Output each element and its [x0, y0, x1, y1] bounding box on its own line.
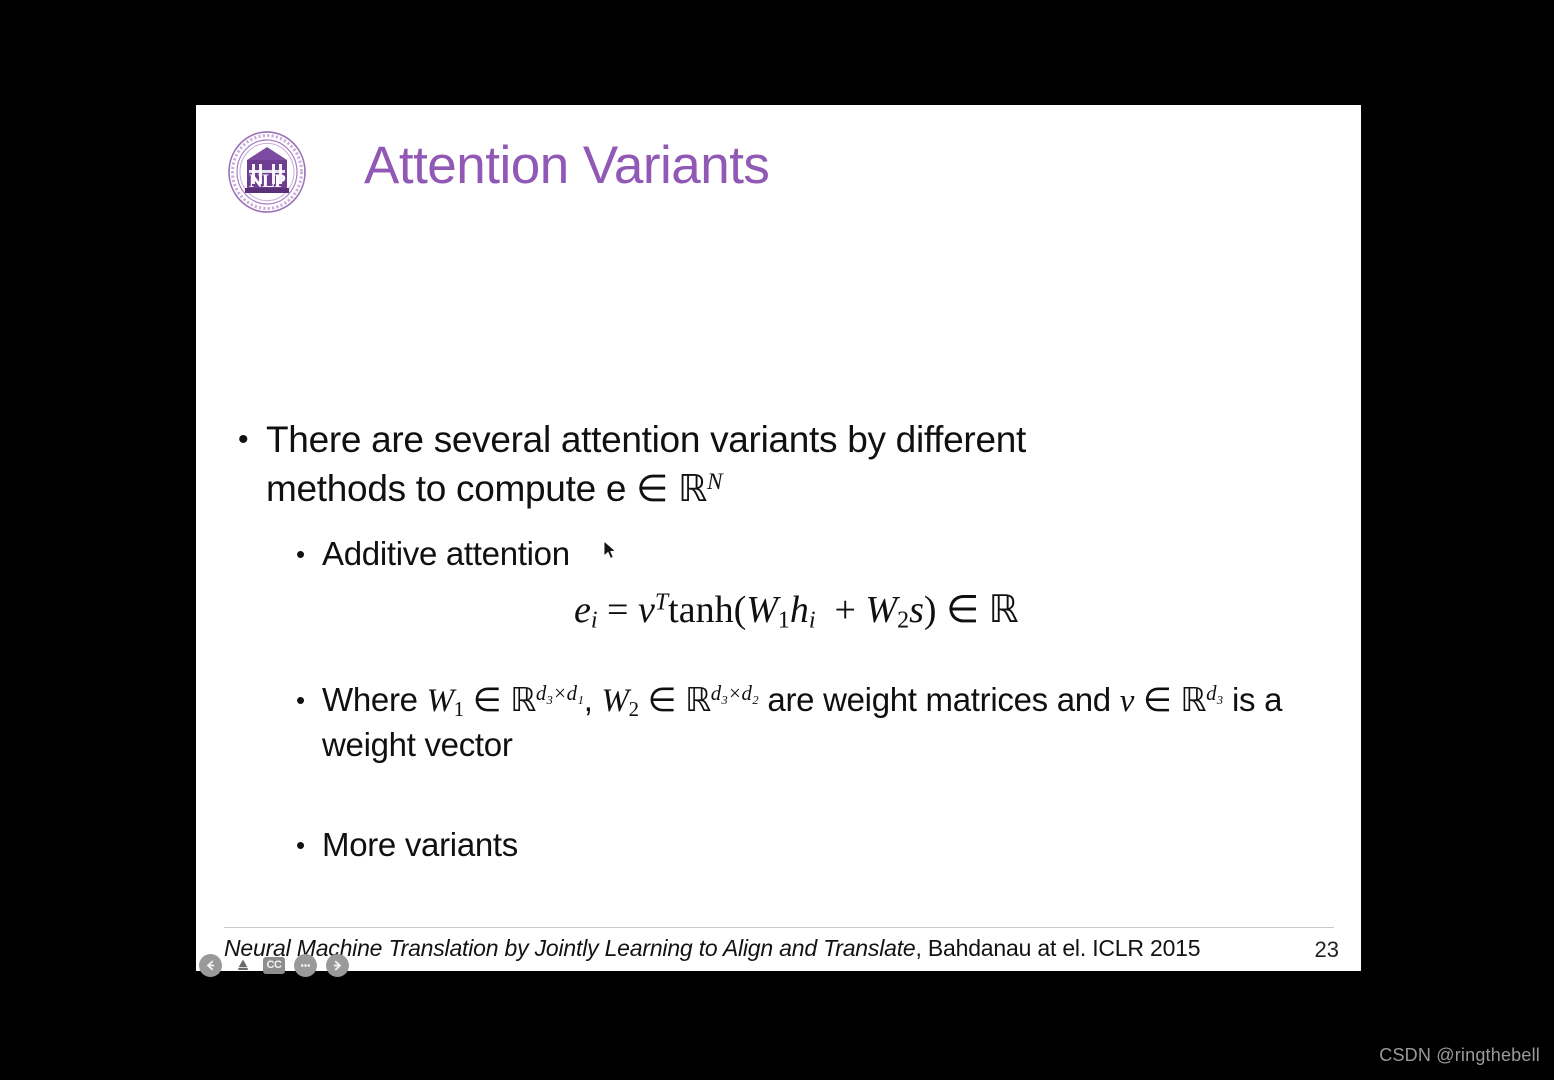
- where-lead: Where: [322, 681, 427, 718]
- eq-plus: +: [834, 589, 856, 631]
- svg-text:NLP: NLP: [249, 171, 286, 192]
- where-real-numbers-3: ℝ: [1180, 680, 1207, 719]
- eq-real-numbers: ℝ: [988, 587, 1019, 631]
- where-element-of-3: ∈: [1142, 680, 1172, 719]
- eq-close-paren: ): [923, 589, 937, 631]
- eq-W1-subscript: 1: [777, 607, 790, 634]
- bullet-line-1: There are several attention variants by …: [266, 419, 1026, 460]
- slide-page-number: 23: [1314, 937, 1339, 962]
- csdn-watermark: CSDN @ringthebell: [1379, 1045, 1540, 1065]
- eq-h-subscript: i: [808, 607, 816, 634]
- next-slide-button[interactable]: [326, 953, 349, 977]
- where-element-of-2: ∈: [647, 680, 677, 719]
- slide-header: NLP Attention Variants: [196, 105, 1361, 230]
- element-of-symbol: ∈: [636, 467, 669, 510]
- where-element-of-1: ∈: [472, 680, 502, 719]
- where-W1-subscript: 1: [453, 697, 464, 721]
- where-vector-v: v: [1119, 683, 1135, 719]
- footer-citation: Neural Machine Translation by Jointly Le…: [224, 933, 1201, 963]
- eq-s: s: [909, 589, 924, 631]
- slide-canvas: NLP Attention Variants • There are sever…: [196, 105, 1361, 971]
- eq-element-of: ∈: [946, 587, 980, 631]
- bullet-more-variants: • More variants: [296, 823, 796, 867]
- footer-divider: [224, 927, 1334, 928]
- bullet-text: There are several attention variants by …: [266, 415, 1168, 513]
- eq-W2-subscript: 2: [897, 607, 910, 634]
- bullet-marker: •: [296, 830, 305, 860]
- real-numbers-exponent: N: [707, 468, 723, 495]
- bullet-line-2-prefix: methods to compute e: [266, 468, 637, 509]
- eq-W1: W: [746, 589, 778, 631]
- bullet-text: Where W1 ∈ ℝd₃×d₁, W2 ∈ ℝd₃×d₂ are weigh…: [322, 678, 1296, 767]
- eq-transpose: T: [654, 589, 669, 616]
- real-numbers-symbol: ℝ: [678, 467, 708, 510]
- eq-equals: =: [607, 589, 629, 631]
- presentation-viewer: NLP Attention Variants • There are sever…: [0, 0, 1554, 1080]
- eq-vector-v: v: [637, 589, 655, 631]
- additive-attention-equation: ei = vTtanh(W1hi + W2s) ∈ ℝ: [574, 585, 1274, 634]
- where-comma: ,: [583, 681, 602, 718]
- laser-pointer-icon[interactable]: [231, 954, 254, 977]
- where-W2: W: [601, 683, 629, 719]
- eq-tanh: tanh(: [668, 589, 747, 631]
- bullet-marker: •: [238, 423, 249, 456]
- bullet-marker: •: [296, 685, 305, 715]
- eq-lhs-subscript: i: [590, 607, 598, 634]
- eq-lhs-var: e: [574, 589, 591, 631]
- eq-h: h: [789, 589, 809, 631]
- where-W1: W: [426, 683, 455, 719]
- presentation-toolbar[interactable]: CC: [196, 952, 349, 978]
- nlp-seal-logo-icon: NLP: [225, 130, 309, 214]
- bullet-text: Additive attention: [322, 535, 570, 572]
- bullet-marker: •: [296, 539, 305, 569]
- previous-slide-button[interactable]: [199, 953, 222, 977]
- where-W2-subscript: 2: [628, 697, 639, 721]
- where-tail: are weight matrices and: [758, 681, 1111, 718]
- eq-W2: W: [865, 589, 898, 631]
- where-real-numbers-1: ℝ: [510, 680, 536, 719]
- bullet-text: More variants: [322, 826, 519, 863]
- bullet-where-definitions: • Where W1 ∈ ℝd₃×d₁, W2 ∈ ℝd₃×d₂ are wei…: [296, 678, 1296, 767]
- citation-authors-venue: , Bahdanau at el. ICLR 2015: [915, 935, 1201, 961]
- bullet-additive-attention: • Additive attention: [296, 532, 996, 576]
- where-real-numbers-2-exponent: d₃×d₂: [710, 682, 759, 706]
- bullet-attention-variants: • There are several attention variants b…: [238, 415, 1168, 513]
- more-options-button[interactable]: [294, 953, 317, 977]
- where-real-numbers-3-exponent: d₃: [1206, 682, 1224, 706]
- where-real-numbers-1-exponent: d₃×d₁: [535, 682, 584, 706]
- page-title: Attention Variants: [364, 136, 770, 195]
- closed-captions-button[interactable]: CC: [263, 956, 285, 974]
- where-real-numbers-2: ℝ: [684, 680, 711, 719]
